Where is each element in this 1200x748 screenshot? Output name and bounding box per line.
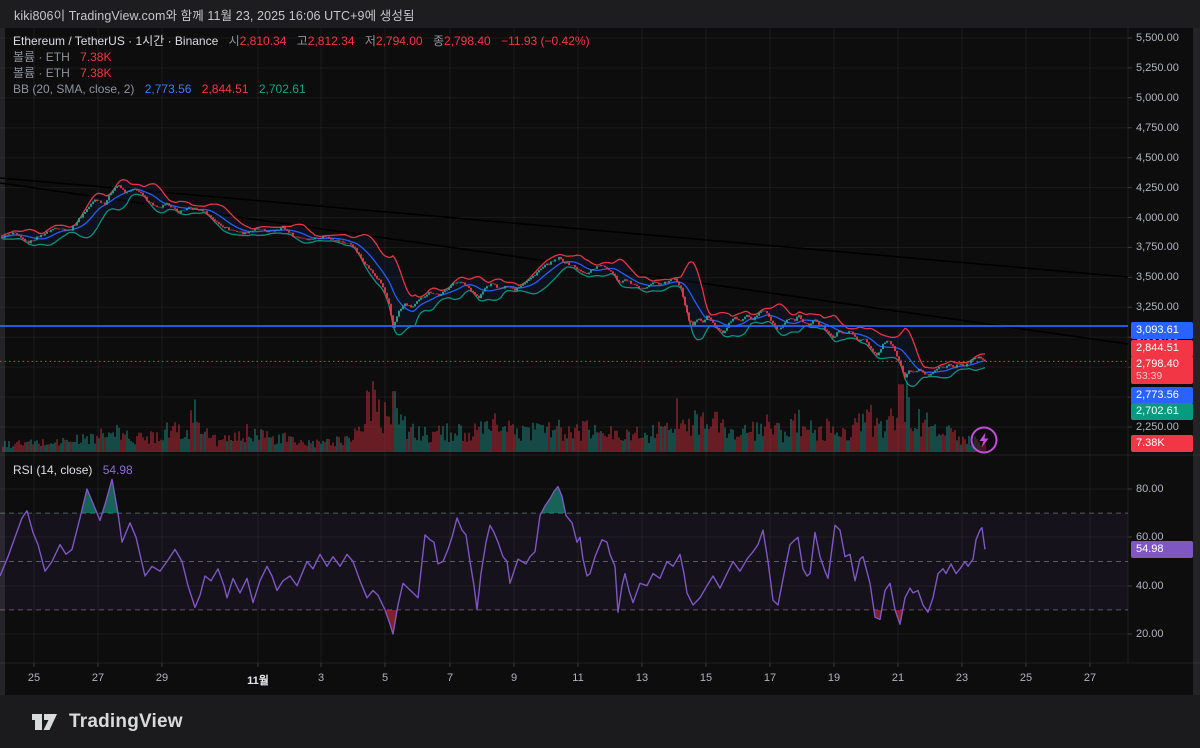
price-tick: 3,500.00 [1136, 271, 1179, 283]
price-tick: 4,750.00 [1136, 122, 1179, 134]
price-badge: 3,093.61 [1131, 322, 1193, 339]
price-tick: 2,250.00 [1136, 421, 1179, 433]
price-badge: 7.38K [1131, 435, 1193, 452]
time-tick: 29 [156, 672, 168, 684]
price-tick: 4,250.00 [1136, 182, 1179, 194]
volume-row-2: 볼륨 · ETH 7.38K [13, 66, 590, 82]
time-tick: 17 [764, 672, 776, 684]
lightning-bolt-icon [968, 424, 1000, 456]
rsi-tick: 80.00 [1136, 483, 1164, 495]
price-tick: 5,250.00 [1136, 62, 1179, 74]
price-tick: 4,000.00 [1136, 212, 1179, 224]
time-tick: 9 [511, 672, 517, 684]
rsi-value: 54.98 [103, 463, 133, 477]
attribution-text: kiki806이 TradingView.com와 함께 11월 23, 202… [14, 5, 415, 24]
price-badge: 2,798.4053:39 [1131, 356, 1193, 384]
tradingview-snapshot: kiki806이 TradingView.com와 함께 11월 23, 202… [0, 0, 1200, 748]
time-tick: 5 [382, 672, 388, 684]
legend: Ethereum / TetherUS · 1시간 · Binance 시2,8… [13, 34, 590, 98]
rsi-label: RSI (14, close) [13, 463, 92, 477]
volume-row-1: 볼륨 · ETH 7.38K [13, 50, 590, 66]
time-tick: 21 [892, 672, 904, 684]
chart-canvas[interactable] [0, 0, 1200, 748]
time-tick: 11월 [247, 672, 269, 688]
price-tick: 5,000.00 [1136, 92, 1179, 104]
attribution-bar: kiki806이 TradingView.com와 함께 11월 23, 202… [0, 0, 1200, 28]
bb-row: BB (20, SMA, close, 2) 2,773.56 2,844.51… [13, 82, 590, 98]
price-badge: 2,702.61 [1131, 403, 1193, 420]
time-tick: 15 [700, 672, 712, 684]
rsi-legend: RSI (14, close) 54.98 [13, 463, 133, 477]
price-tick: 3,750.00 [1136, 241, 1179, 253]
price-badge: 2,773.56 [1131, 387, 1193, 404]
symbol-title: Ethereum / TetherUS · 1시간 · Binance [13, 34, 218, 48]
time-tick: 23 [956, 672, 968, 684]
tradingview-wordmark[interactable]: TradingView [69, 711, 183, 733]
rsi-tick: 40.00 [1136, 580, 1164, 592]
time-tick: 25 [1020, 672, 1032, 684]
price-badge: 2,844.51 [1131, 340, 1193, 357]
rsi-badge: 54.98 [1131, 541, 1193, 558]
rsi-tick: 20.00 [1136, 628, 1164, 640]
countdown: 53:39 [1136, 371, 1188, 382]
time-tick: 7 [447, 672, 453, 684]
time-tick: 3 [318, 672, 324, 684]
footer-bar: TradingView [0, 695, 1200, 748]
time-tick: 27 [1084, 672, 1096, 684]
tradingview-logo-icon[interactable] [30, 709, 60, 735]
symbol-row: Ethereum / TetherUS · 1시간 · Binance 시2,8… [13, 34, 590, 50]
price-tick: 4,500.00 [1136, 152, 1179, 164]
price-tick: 3,250.00 [1136, 301, 1179, 313]
change-value: −11.93 (−0.42%) [501, 34, 590, 48]
price-tick: 5,500.00 [1136, 32, 1179, 44]
time-tick: 27 [92, 672, 104, 684]
time-tick: 13 [636, 672, 648, 684]
time-tick: 25 [28, 672, 40, 684]
time-tick: 19 [828, 672, 840, 684]
time-tick: 11 [572, 672, 583, 684]
boost-button[interactable] [968, 424, 1000, 461]
